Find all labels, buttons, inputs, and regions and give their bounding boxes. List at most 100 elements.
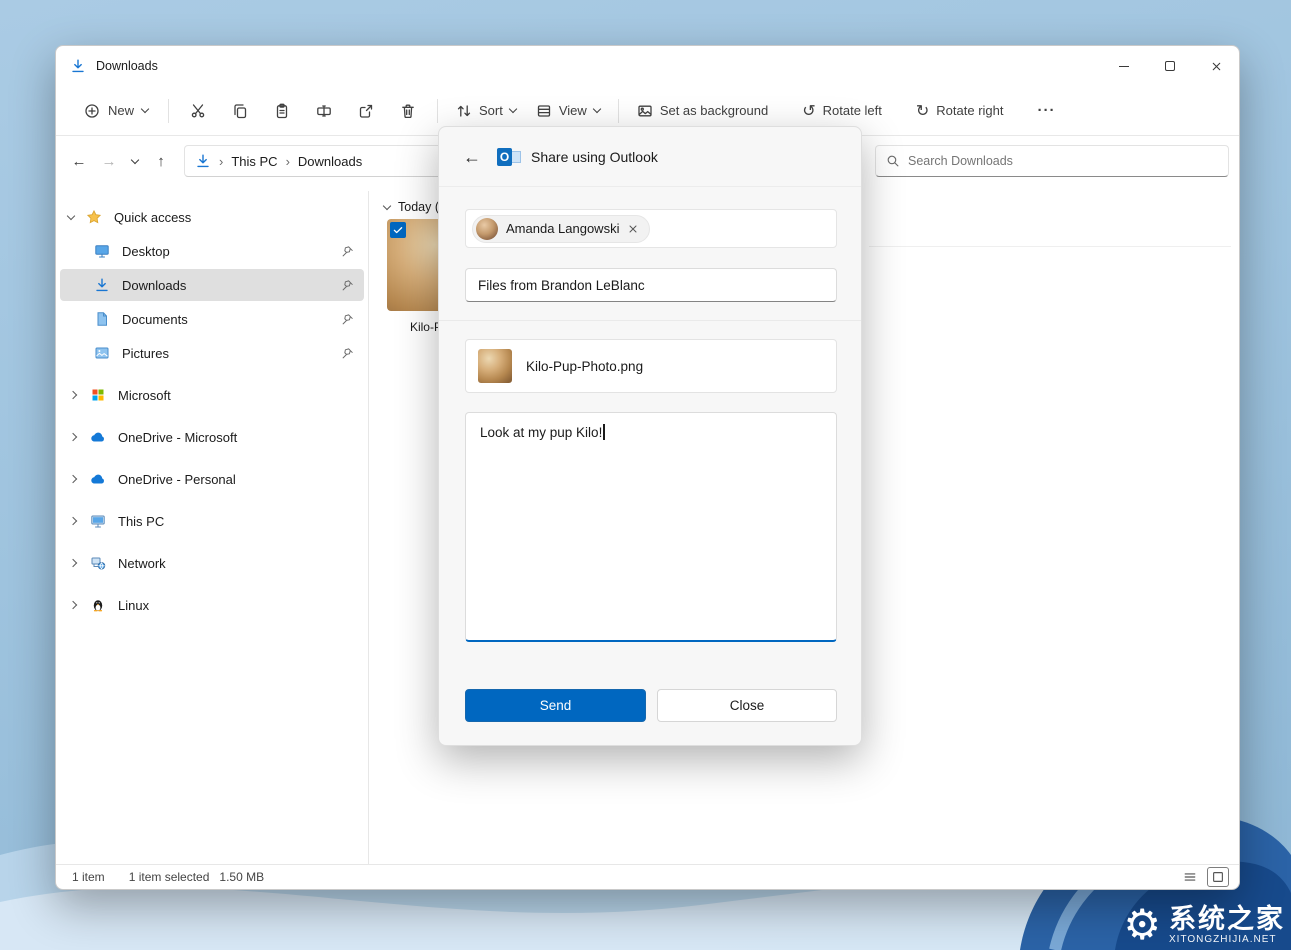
rename-icon bbox=[316, 103, 332, 119]
file-explorer-window: Downloads New Sort View Set as backgroun… bbox=[55, 45, 1240, 890]
gear-logo-icon: ⚙ bbox=[1123, 900, 1161, 949]
attachment-name: Kilo-Pup-Photo.png bbox=[526, 358, 644, 374]
search-input[interactable] bbox=[908, 154, 1218, 168]
attachment-card[interactable]: Kilo-Pup-Photo.png bbox=[465, 339, 837, 393]
dialog-title: Share using Outlook bbox=[531, 148, 658, 165]
title-bar: Downloads bbox=[56, 46, 1239, 86]
selection-checkbox[interactable] bbox=[390, 222, 406, 238]
list-view-icon bbox=[1183, 870, 1197, 884]
recipient-chip[interactable]: Amanda Langowski bbox=[472, 214, 651, 243]
sidebar-item-documents[interactable]: Documents bbox=[60, 303, 364, 335]
minimize-icon bbox=[1119, 65, 1129, 67]
sidebar-item-microsoft[interactable]: Microsoft bbox=[60, 379, 364, 411]
breadcrumb-separator: › bbox=[219, 153, 224, 169]
selection-count: 1 item selected bbox=[128, 870, 210, 884]
sort-label: Sort bbox=[479, 103, 503, 118]
sidebar-item-label: Quick access bbox=[114, 209, 192, 225]
close-icon bbox=[627, 223, 639, 235]
close-button[interactable] bbox=[1193, 46, 1239, 86]
new-button[interactable]: New bbox=[72, 97, 160, 125]
paste-icon bbox=[274, 103, 290, 119]
pin-icon bbox=[341, 245, 354, 258]
view-button[interactable]: View bbox=[526, 97, 610, 125]
rotate-right-button[interactable]: ↻ Rotate right bbox=[906, 95, 1014, 127]
sidebar-item-onedrive-personal[interactable]: OneDrive - Personal bbox=[60, 463, 364, 495]
sidebar-item-quick-access[interactable]: Quick access bbox=[60, 201, 364, 233]
sidebar-item-pictures[interactable]: Pictures bbox=[60, 337, 364, 369]
chevron-right-icon[interactable] bbox=[68, 432, 78, 442]
breadcrumb-downloads[interactable]: Downloads bbox=[298, 154, 362, 169]
breadcrumb-separator: › bbox=[285, 153, 290, 169]
remove-recipient-button[interactable] bbox=[627, 223, 639, 235]
sidebar-item-onedrive-microsoft[interactable]: OneDrive - Microsoft bbox=[60, 421, 364, 453]
chevron-right-icon[interactable] bbox=[68, 600, 78, 610]
new-button-label: New bbox=[108, 103, 135, 118]
delete-button[interactable] bbox=[387, 94, 429, 128]
item-count: 1 item bbox=[72, 870, 105, 884]
sidebar-item-label: OneDrive - Personal bbox=[118, 471, 236, 487]
chevron-right-icon[interactable] bbox=[68, 558, 78, 568]
text-caret bbox=[603, 424, 605, 440]
computer-icon bbox=[90, 513, 106, 529]
back-button[interactable]: ← bbox=[64, 146, 94, 176]
watermark-title: 系统之家 bbox=[1169, 903, 1285, 934]
search-box bbox=[875, 145, 1229, 177]
cloud-icon bbox=[90, 471, 106, 487]
sidebar-item-linux[interactable]: Linux bbox=[60, 589, 364, 621]
close-dialog-button[interactable]: Close bbox=[657, 689, 837, 722]
window-controls bbox=[1101, 46, 1239, 86]
sidebar-item-desktop[interactable]: Desktop bbox=[60, 235, 364, 267]
more-options-button[interactable]: ··· bbox=[1026, 96, 1068, 125]
recipient-field[interactable]: Amanda Langowski bbox=[465, 209, 837, 248]
maximize-button[interactable] bbox=[1147, 46, 1193, 86]
sidebar-item-network[interactable]: Network bbox=[60, 547, 364, 579]
send-button[interactable]: Send bbox=[465, 689, 646, 722]
chevron-down-icon[interactable] bbox=[66, 211, 76, 220]
sort-button[interactable]: Sort bbox=[446, 97, 526, 125]
subject-input[interactable] bbox=[465, 268, 837, 302]
share-button[interactable] bbox=[345, 94, 387, 128]
minimize-button[interactable] bbox=[1101, 46, 1147, 86]
selection-size: 1.50 MB bbox=[219, 870, 265, 884]
set-as-background-button[interactable]: Set as background bbox=[627, 97, 778, 125]
sidebar-item-label: This PC bbox=[118, 513, 165, 529]
chevron-right-icon[interactable] bbox=[68, 516, 78, 526]
view-icon bbox=[536, 103, 552, 119]
large-thumbnails-view-button[interactable] bbox=[1207, 867, 1229, 887]
status-bar: 1 item 1 item selected 1.50 MB bbox=[56, 864, 1239, 889]
rename-button[interactable] bbox=[303, 94, 345, 128]
picture-icon bbox=[637, 103, 653, 119]
star-icon bbox=[86, 209, 102, 225]
pin-icon bbox=[341, 347, 354, 360]
sidebar-item-this-pc[interactable]: This PC bbox=[60, 505, 364, 537]
rotate-right-label: Rotate right bbox=[936, 103, 1004, 118]
close-icon bbox=[1210, 60, 1223, 73]
rotate-right-icon: ↻ bbox=[915, 102, 930, 120]
copy-button[interactable] bbox=[219, 94, 261, 128]
search-icon bbox=[886, 154, 900, 168]
forward-button[interactable]: → bbox=[94, 146, 124, 176]
penguin-icon bbox=[90, 597, 106, 613]
outlook-icon: O bbox=[497, 147, 521, 167]
rotate-left-icon: ↺ bbox=[802, 102, 816, 120]
view-label: View bbox=[558, 103, 587, 118]
sidebar-item-downloads[interactable]: Downloads bbox=[60, 269, 364, 301]
recent-locations-button[interactable] bbox=[124, 146, 146, 176]
pin-icon bbox=[341, 279, 354, 292]
copy-icon bbox=[232, 103, 248, 119]
paste-button[interactable] bbox=[261, 94, 303, 128]
set-as-background-label: Set as background bbox=[659, 103, 769, 118]
details-view-button[interactable] bbox=[1179, 867, 1201, 887]
chevron-down-icon bbox=[592, 104, 602, 114]
downloads-icon bbox=[70, 58, 86, 74]
sidebar-item-label: Desktop bbox=[122, 243, 170, 259]
message-body-field[interactable]: Look at my pup Kilo! bbox=[465, 412, 837, 642]
chevron-right-icon[interactable] bbox=[68, 474, 78, 484]
up-button[interactable]: ↑ bbox=[146, 146, 176, 176]
breadcrumb-this-pc[interactable]: This PC bbox=[231, 154, 277, 169]
cut-button[interactable] bbox=[177, 94, 219, 128]
pin-icon bbox=[341, 313, 354, 326]
back-arrow-button[interactable]: ← bbox=[463, 148, 481, 166]
chevron-right-icon[interactable] bbox=[68, 390, 78, 400]
rotate-left-button[interactable]: ↺ Rotate left bbox=[792, 95, 892, 127]
